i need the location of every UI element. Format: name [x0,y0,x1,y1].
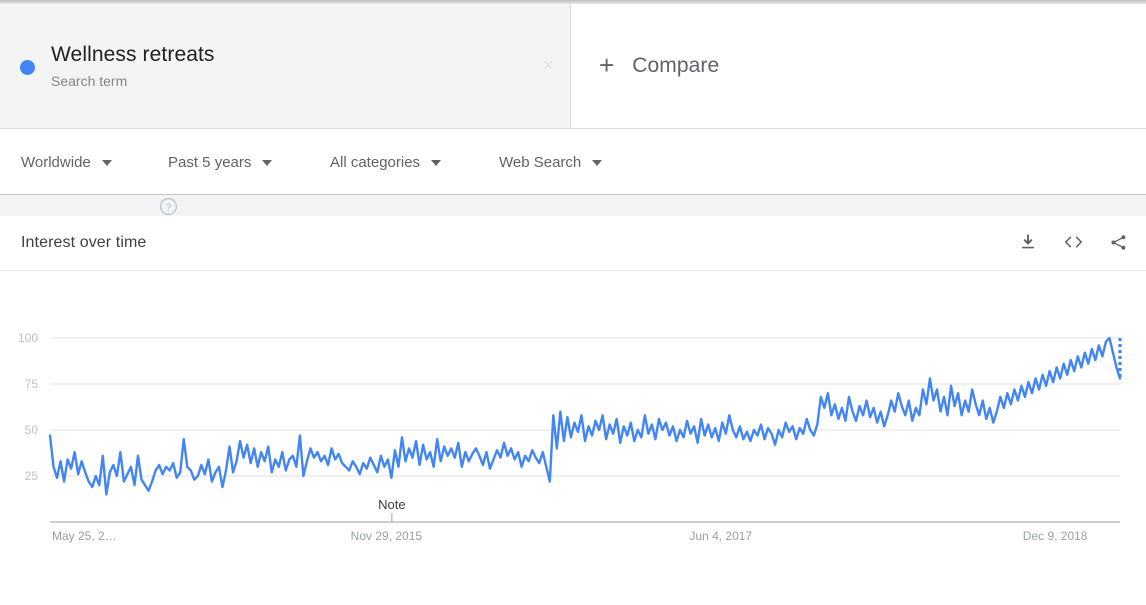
y-axis-tick-label: 50 [25,423,39,437]
filter-category[interactable]: All categories [330,153,442,171]
download-icon[interactable] [1016,230,1040,254]
search-term-label: Wellness retreats [51,42,215,66]
interest-over-time-plot[interactable]: 25 50 75 100 May 25, 2… Nov 29, 2015 Jun 4, 20… [0,271,1146,556]
search-term-card[interactable]: Wellness retreats Search term × [0,4,571,128]
help-circle-icon[interactable]: ? [159,197,178,216]
filter-bar: Worldwide Past 5 years All categories We… [0,130,1146,194]
y-axis-tick-label: 100 [18,331,38,345]
compare-label: Compare [632,54,720,77]
filter-time-range[interactable]: Past 5 years [168,153,273,171]
filter-location-label: Worldwide [21,153,91,171]
plus-icon: + [599,50,615,80]
compare-card[interactable]: + Compare [571,4,1146,128]
share-icon[interactable] [1106,230,1130,254]
filter-location[interactable]: Worldwide [21,154,112,171]
chevron-down-icon [101,160,112,166]
y-axis-tick-label: 75 [25,377,39,391]
svg-text:?: ? [166,202,172,213]
remove-term-icon[interactable]: × [543,57,554,76]
interest-over-time-card: Interest over time ? 25 50 75 100 May 25… [0,197,1146,556]
filter-search-type[interactable]: Web Search [499,153,603,171]
series-color-dot [20,59,35,75]
search-term-type: Search term [51,72,128,89]
search-term-bar: Wellness retreats Search term × + Compar… [0,4,1146,129]
trend-line-chart: 25 50 75 100 May 25, 2… Nov 29, 2015 Jun 4, 20… [18,331,1122,543]
card-title: Interest over time [21,234,147,251]
note-annotation-label: Note [378,497,405,512]
filter-category-label: All categories [330,153,421,171]
x-axis-tick-label: Dec 9, 2018 [1023,529,1088,543]
chevron-down-icon [262,160,273,166]
chevron-down-icon [592,160,603,166]
filter-search-type-label: Web Search [499,153,582,171]
card-header: Interest over time [0,216,1146,271]
card-actions [1016,230,1130,254]
x-axis-tick-label: Nov 29, 2015 [351,529,423,543]
x-axis-tick-label: Jun 4, 2017 [689,529,752,543]
trend-line-series [48,336,1122,496]
y-axis-tick-label: 25 [25,469,39,483]
chevron-down-icon [431,160,442,166]
embed-code-icon[interactable] [1061,230,1085,254]
x-axis-tick-label: May 25, 2… [52,529,117,543]
filter-time-range-label: Past 5 years [168,153,252,171]
